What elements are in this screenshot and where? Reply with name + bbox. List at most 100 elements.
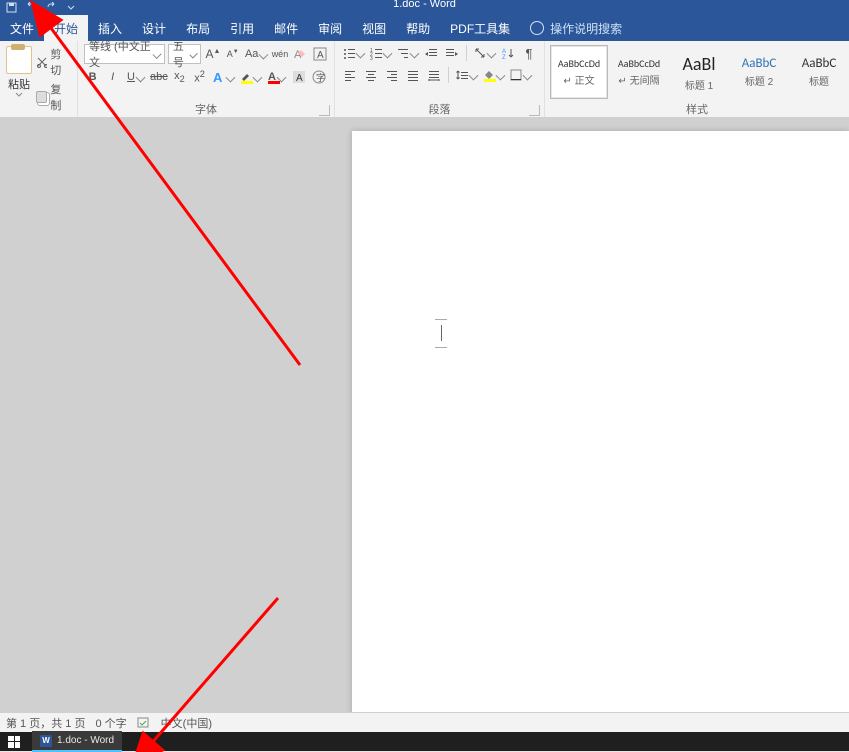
borders-button[interactable] xyxy=(508,66,532,84)
numbering-icon: 123 xyxy=(369,46,382,60)
highlight-button[interactable] xyxy=(238,68,262,86)
copy-button[interactable]: 复制 xyxy=(36,81,71,113)
style-name-label: ↵ 正文 xyxy=(563,72,594,87)
sort-button[interactable]: AZ xyxy=(499,44,517,62)
style-preview: AaBbC xyxy=(802,56,837,71)
group-styles: AaBbCcDd↵ 正文AaBbCcDd↵ 无间隔AaBl标题 1AaBbC标题… xyxy=(545,41,849,117)
word-app-icon: W xyxy=(40,735,52,747)
font-size-combo[interactable]: 五号 xyxy=(168,44,202,64)
char-shading-button[interactable]: A xyxy=(291,68,308,86)
status-page[interactable]: 第 1 页，共 1 页 xyxy=(6,715,85,731)
style-1[interactable]: AaBbCcDd↵ 无间隔 xyxy=(610,45,668,99)
text-effects-button[interactable]: A xyxy=(211,68,235,86)
text-effects-icon: A xyxy=(212,70,225,84)
strike-button[interactable]: abc xyxy=(150,68,168,86)
tab-references[interactable]: 引用 xyxy=(220,15,264,41)
svg-text:A: A xyxy=(317,50,324,61)
cut-button[interactable]: 剪切 xyxy=(36,46,71,78)
tab-help[interactable]: 帮助 xyxy=(396,15,440,41)
redo-icon xyxy=(45,2,57,13)
char-border-button[interactable]: A xyxy=(311,45,328,63)
chevron-down-icon xyxy=(410,48,420,58)
tab-mailings[interactable]: 邮件 xyxy=(264,15,308,41)
start-button[interactable] xyxy=(0,732,28,751)
align-distributed-button[interactable] xyxy=(425,66,443,84)
svg-text:3: 3 xyxy=(370,56,373,60)
phonetic-icon: wén xyxy=(272,49,289,59)
copy-label: 复制 xyxy=(50,81,71,113)
dialog-launcher-font[interactable] xyxy=(319,105,330,116)
undo-button[interactable] xyxy=(24,1,38,15)
bold-button[interactable]: B xyxy=(84,68,101,86)
redo-button[interactable] xyxy=(44,1,58,15)
line-spacing-button[interactable] xyxy=(454,66,478,84)
undo-icon xyxy=(25,2,37,13)
text-dir-icon xyxy=(473,46,486,60)
italic-button[interactable]: I xyxy=(104,68,121,86)
show-marks-button[interactable]: ¶ xyxy=(520,44,538,62)
style-preview: AaBbCcDd xyxy=(558,57,600,70)
style-name-label: 标题 xyxy=(809,73,829,88)
align-left-icon xyxy=(343,68,357,82)
chevron-down-icon xyxy=(67,4,75,12)
document-page[interactable] xyxy=(352,131,849,713)
style-4[interactable]: AaBbC 标题 xyxy=(790,45,848,99)
status-language[interactable]: 中文(中国) xyxy=(161,715,212,731)
taskbar-item-label: 1.doc - Word xyxy=(57,735,114,746)
align-center-button[interactable] xyxy=(362,66,380,84)
chevron-down-icon xyxy=(136,72,146,82)
title-bar: 1.doc - Word xyxy=(0,0,849,15)
group-font: 等线 (中文正文 五号 A▲ A▼ Aa wén A A B I U ab xyxy=(78,41,335,117)
taskbar-item-word[interactable]: W 1.doc - Word xyxy=(32,731,122,752)
shrink-font-button[interactable]: A▼ xyxy=(224,45,241,63)
clear-format-button[interactable]: A xyxy=(292,45,309,63)
bullets-button[interactable] xyxy=(341,44,365,62)
text-cursor xyxy=(441,325,442,341)
align-justify-button[interactable] xyxy=(404,66,422,84)
change-case-button[interactable]: Aa xyxy=(244,45,268,63)
multilevel-button[interactable] xyxy=(395,44,419,62)
group-styles-label: 样式 xyxy=(545,101,849,117)
svg-text:A: A xyxy=(296,73,303,84)
shading-button[interactable] xyxy=(481,66,505,84)
increase-indent-button[interactable] xyxy=(443,44,461,62)
tab-review[interactable]: 审阅 xyxy=(308,15,352,41)
align-right-button[interactable] xyxy=(383,66,401,84)
grow-font-button[interactable]: A▲ xyxy=(204,45,221,63)
dialog-launcher-paragraph[interactable] xyxy=(529,105,540,116)
numbering-button[interactable]: 123 xyxy=(368,44,392,62)
style-0[interactable]: AaBbCcDd ↵ 正文 xyxy=(550,45,608,99)
underline-button[interactable]: U xyxy=(124,68,147,86)
chevron-down-icon xyxy=(496,70,506,80)
font-name-combo[interactable]: 等线 (中文正文 xyxy=(84,44,165,64)
text-direction-button[interactable] xyxy=(472,44,496,62)
style-2[interactable]: AaBl标题 1 xyxy=(670,45,728,99)
char-shading-icon: A xyxy=(292,70,306,84)
superscript-button[interactable]: x2 xyxy=(191,68,208,86)
phonetic-guide-button[interactable]: wén xyxy=(271,45,289,63)
decrease-indent-button[interactable] xyxy=(422,44,440,62)
paste-label: 粘贴 xyxy=(8,76,30,92)
font-color-button[interactable]: A xyxy=(265,68,288,86)
document-workspace[interactable] xyxy=(0,117,849,713)
chevron-down-icon xyxy=(523,70,533,80)
chevron-down-icon xyxy=(15,92,23,98)
align-left-button[interactable] xyxy=(341,66,359,84)
tab-file[interactable]: 文件 xyxy=(0,15,44,41)
chevron-down-icon xyxy=(152,49,161,58)
line-spacing-icon xyxy=(455,68,468,82)
customize-qat-button[interactable] xyxy=(64,1,78,15)
save-button[interactable] xyxy=(4,1,18,15)
tab-view[interactable]: 视图 xyxy=(352,15,396,41)
tab-pdf[interactable]: PDF工具集 xyxy=(440,15,520,41)
style-3[interactable]: AaBbC标题 2 xyxy=(730,45,788,99)
tell-me-search[interactable]: 操作说明搜索 xyxy=(530,15,622,41)
status-words[interactable]: 0 个字 xyxy=(95,715,126,731)
subscript-button[interactable]: x2 xyxy=(171,68,188,86)
tab-home[interactable]: 开始 xyxy=(44,15,88,41)
enclose-char-button[interactable]: 字 xyxy=(311,68,328,86)
sort-icon: AZ xyxy=(501,46,515,60)
status-proofing-icon[interactable] xyxy=(137,717,151,729)
align-right-icon xyxy=(385,68,399,82)
styles-gallery[interactable]: AaBbCcDd↵ 正文AaBbCcDd↵ 无间隔AaBl标题 1AaBbC标题… xyxy=(549,43,849,101)
